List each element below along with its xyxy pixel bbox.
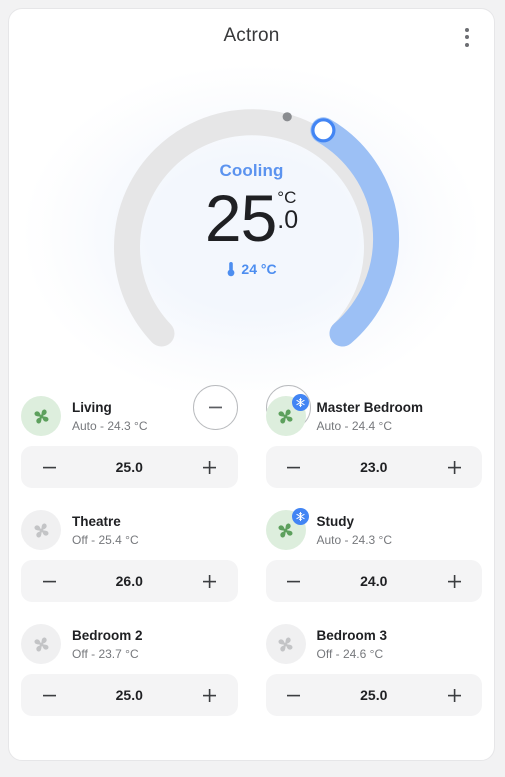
zone-status: Off - 24.6 °C (316, 646, 384, 661)
fan-icon (34, 637, 48, 651)
zone-temperature-value: 25.0 (115, 459, 143, 475)
zone-status-icon[interactable] (21, 624, 61, 664)
plus-icon (203, 688, 216, 702)
fan-icon (34, 409, 48, 423)
zone-header[interactable]: Study Auto - 24.3 °C (265, 508, 483, 552)
zone-item: Bedroom 2 Off - 23.7 °C 25.0 (21, 622, 238, 716)
current-temp-marker (282, 112, 292, 122)
snowflake-glyph (295, 397, 305, 408)
zone-status-icon[interactable] (265, 624, 306, 664)
zone-status: Auto - 24.4 °C (316, 418, 393, 433)
thermostat-card: Actron Cooling 25 °C .0 24 °C Living Aut… (8, 8, 495, 761)
snowflake-icon (291, 508, 309, 525)
zone-name: Bedroom 3 (316, 627, 388, 643)
minus-icon (42, 694, 56, 696)
snowflake-glyph (295, 511, 305, 522)
zone-list: Living Auto - 24.3 °C 25.0 Master Bedroo… (9, 394, 494, 716)
zone-header[interactable]: Theatre Off - 25.4 °C (21, 508, 238, 552)
zone-increase-button[interactable] (441, 454, 467, 480)
zone-status-icon[interactable] (265, 508, 309, 550)
snowflake-icon (291, 394, 309, 411)
dial-handle[interactable] (310, 118, 335, 143)
zone-decrease-button[interactable] (281, 568, 307, 594)
page-title: Actron (223, 25, 280, 46)
zone-name: Theatre (72, 513, 121, 529)
fan-icon (278, 523, 293, 537)
plus-icon (447, 574, 461, 588)
zone-temperature-value: 23.0 (360, 459, 388, 475)
zone-decrease-button[interactable] (281, 682, 307, 708)
zone-name: Study (316, 513, 355, 529)
minus-icon (42, 580, 56, 582)
zone-header[interactable]: Master Bedroom Auto - 24.4 °C (265, 394, 483, 438)
menu-dot (465, 27, 469, 32)
zone-temperature-value: 25.0 (115, 687, 143, 703)
plus-icon (203, 574, 216, 588)
zone-name: Bedroom 2 (72, 627, 143, 643)
zone-increase-button[interactable] (197, 568, 223, 594)
zone-increase-button[interactable] (197, 454, 223, 480)
plus-icon (447, 688, 461, 702)
zone-header[interactable]: Bedroom 2 Off - 23.7 °C (21, 622, 238, 666)
zone-temperature-stepper: 25.0 (21, 674, 238, 716)
zone-decrease-button[interactable] (36, 568, 62, 594)
zone-temperature-stepper: 25.0 (265, 674, 482, 716)
zone-decrease-button[interactable] (36, 682, 62, 708)
minus-icon (42, 466, 56, 468)
zone-item: Master Bedroom Auto - 24.4 °C 23.0 (265, 394, 483, 488)
fan-icon (278, 409, 293, 423)
zone-temperature-stepper: 23.0 (265, 446, 482, 488)
zone-item: Bedroom 3 Off - 24.6 °C 25.0 (265, 622, 483, 716)
zone-name: Living (72, 399, 112, 415)
zone-status: Off - 25.4 °C (72, 532, 139, 547)
zone-increase-button[interactable] (197, 682, 223, 708)
zone-temperature-stepper: 25.0 (21, 446, 238, 488)
zone-name: Master Bedroom (316, 399, 424, 415)
minus-icon (287, 466, 300, 468)
zone-temperature-stepper: 24.0 (265, 560, 482, 602)
more-vertical-icon[interactable] (452, 22, 482, 52)
zone-status-icon[interactable] (21, 510, 61, 550)
fan-icon (278, 637, 293, 651)
zone-header[interactable]: Bedroom 3 Off - 24.6 °C (265, 622, 483, 666)
minus-icon (287, 694, 300, 696)
plus-icon (447, 460, 461, 474)
zone-item: Theatre Off - 25.4 °C 26.0 (21, 508, 238, 602)
zone-item: Study Auto - 24.3 °C 24.0 (265, 508, 483, 602)
thermostat-dial-area: Cooling 25 °C .0 24 °C (9, 65, 494, 430)
zone-header[interactable]: Living Auto - 24.3 °C (21, 394, 238, 438)
minus-icon (287, 580, 300, 582)
zone-status-icon[interactable] (265, 394, 309, 436)
zone-increase-button[interactable] (441, 568, 467, 594)
zone-temperature-value: 25.0 (360, 687, 388, 703)
menu-dot (465, 35, 469, 39)
menu-dot (465, 42, 469, 47)
zone-temperature-value: 26.0 (115, 573, 143, 589)
card-header: Actron (9, 9, 494, 65)
zone-temperature-stepper: 26.0 (21, 560, 238, 602)
zone-status: Auto - 24.3 °C (316, 532, 393, 547)
zone-status: Auto - 24.3 °C (72, 418, 148, 433)
zone-temperature-value: 24.0 (360, 573, 388, 589)
zone-increase-button[interactable] (441, 682, 467, 708)
fan-icon (34, 523, 48, 537)
temperature-dial[interactable] (87, 71, 417, 381)
zone-status: Off - 23.7 °C (72, 646, 139, 661)
zone-decrease-button[interactable] (281, 454, 307, 480)
zone-status-icon[interactable] (21, 396, 61, 436)
zone-item: Living Auto - 24.3 °C 25.0 (21, 394, 238, 488)
zone-decrease-button[interactable] (36, 454, 62, 480)
plus-icon (203, 460, 216, 474)
